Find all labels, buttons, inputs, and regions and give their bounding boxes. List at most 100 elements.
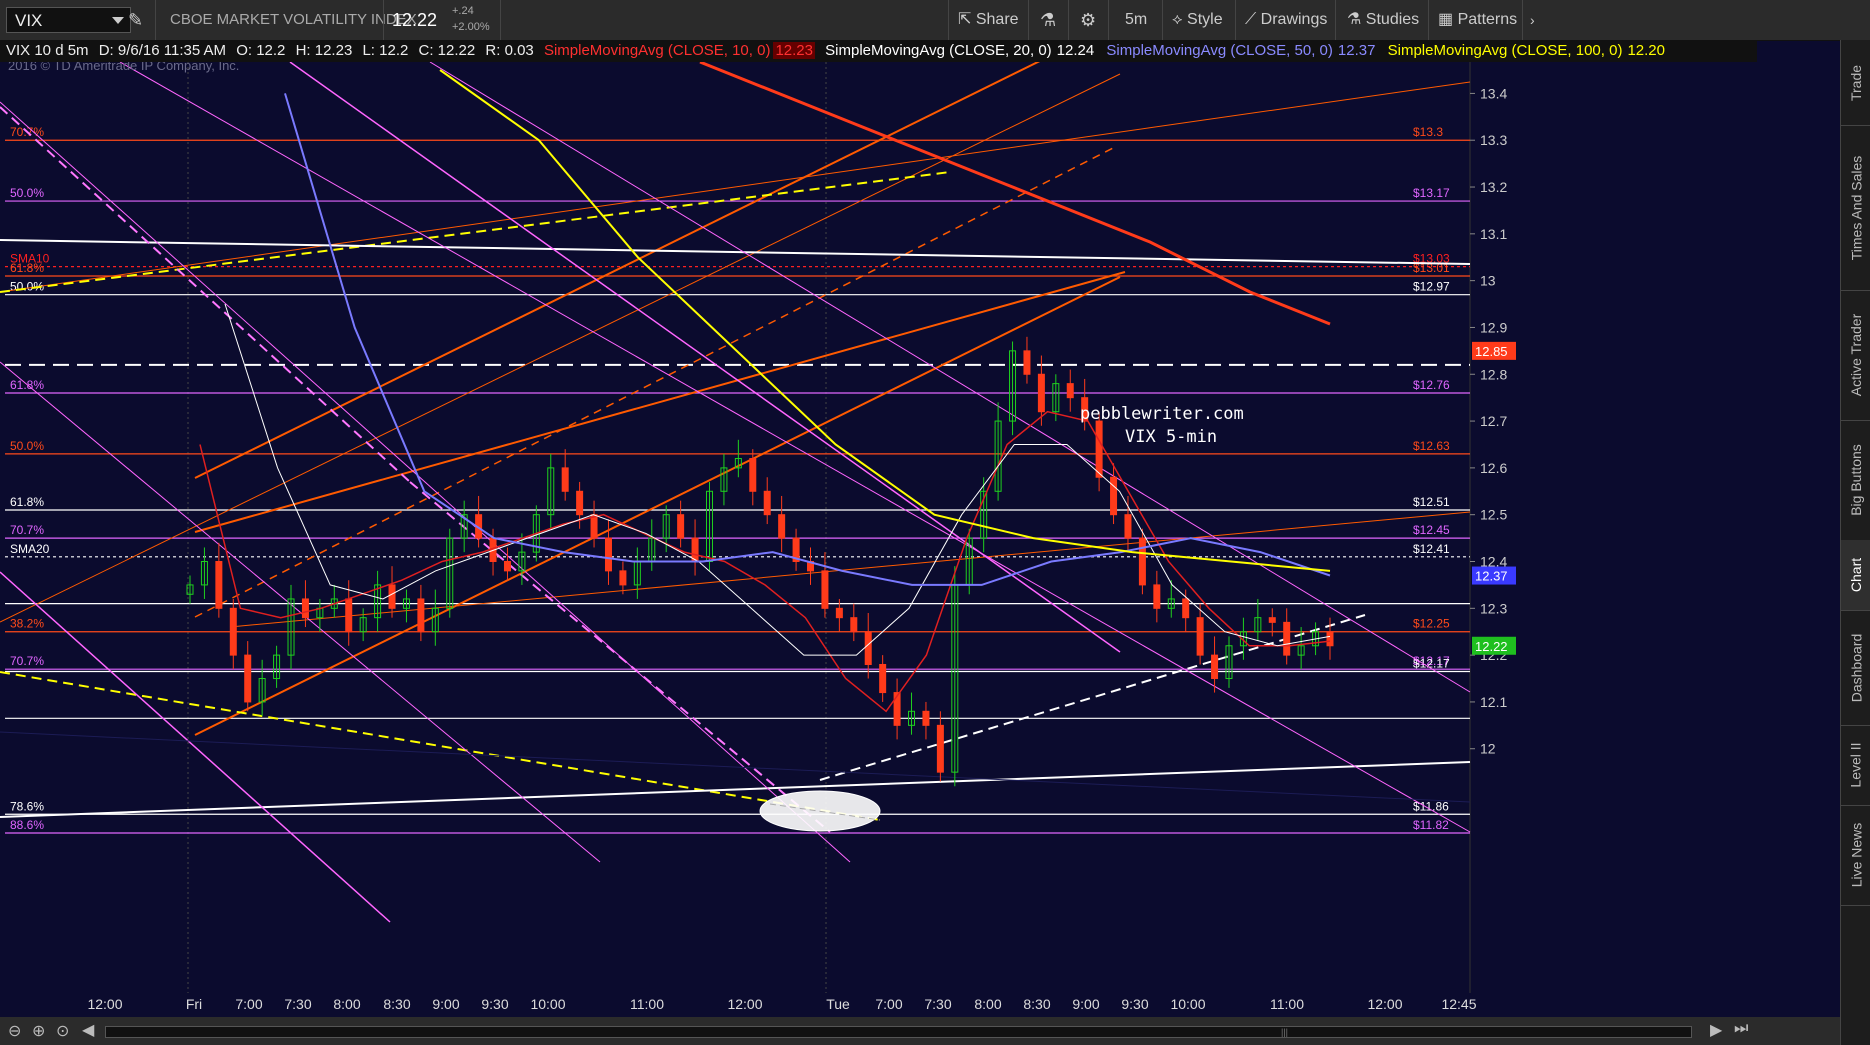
share-button[interactable]: ⇱ Share [958, 0, 1019, 40]
fib-level-label: 70.7% [10, 654, 44, 668]
fib-level-label: 78.6% [10, 799, 44, 813]
symbol-selector[interactable]: VIX [6, 7, 131, 33]
y-tick-label: 12.9 [1480, 319, 1507, 335]
patterns-icon: ▦ [1438, 11, 1458, 28]
percent-change: +2.00% [452, 21, 490, 33]
candle-body [1066, 383, 1074, 399]
fib-level-price: $12.76 [1413, 378, 1450, 392]
chart-canvas[interactable]: 1212.112.212.312.412.512.612.712.812.913… [0, 62, 1757, 993]
y-tick-label: 12.5 [1480, 507, 1507, 523]
scrollbar-grip[interactable]: ||| [1281, 1027, 1291, 1037]
y-tick-label: 13.3 [1480, 132, 1507, 148]
bar-close: C: 12.22 [418, 42, 476, 59]
symbol-period: VIX 10 d 5m [6, 42, 89, 59]
fib-level-price: $13.17 [1413, 186, 1450, 200]
fib-level-price: $12.51 [1413, 495, 1450, 509]
x-tick-label: 9:00 [432, 996, 459, 1012]
annotation-site: pebblewriter.com [1080, 404, 1244, 424]
price-axis [1470, 62, 1757, 993]
sma50-label[interactable]: SimpleMovingAvg (CLOSE, 50, 0) [1106, 42, 1333, 59]
tab-dashboard[interactable]: Dashboard [1841, 610, 1870, 726]
time-axis[interactable]: 12:00 Fri 7:00 7:30 8:00 8:30 9:00 9:30 10:00 11:… [0, 993, 1757, 1017]
y-tick-label: 13.1 [1480, 226, 1507, 242]
scroll-end-icon[interactable]: ⏭ [1734, 1020, 1748, 1038]
tab-chart[interactable]: Chart [1841, 540, 1870, 611]
style-label: Style [1187, 11, 1223, 28]
tab-level-ii-label: Level II [1848, 742, 1865, 788]
y-tick-label: 12.3 [1480, 600, 1507, 616]
tab-active-trader-label: Active Trader [1848, 313, 1865, 397]
candle-body [215, 561, 223, 609]
candle-body [1023, 350, 1031, 375]
candle-body [229, 607, 237, 656]
fib-level-label: 88.6% [10, 818, 44, 832]
y-tick-label: 12.7 [1480, 413, 1507, 429]
candle-body [1196, 617, 1204, 656]
candle-body [576, 490, 584, 516]
tab-level-ii[interactable]: Level II [1841, 725, 1870, 806]
candle-body [749, 458, 757, 492]
sma10-value: 12.23 [773, 42, 815, 59]
drawings-button[interactable]: ⟋ Drawings [1245, 0, 1327, 40]
candle-body [1110, 476, 1118, 516]
tab-live-news-label: Live News [1848, 822, 1864, 888]
tab-trade[interactable]: Trade [1841, 40, 1870, 126]
studies-button[interactable]: ⚗ Studies [1347, 0, 1419, 40]
horizontal-scrollbar[interactable]: ||| [105, 1026, 1692, 1038]
y-tick-label: 12.6 [1480, 460, 1507, 476]
scroll-right-icon[interactable]: ▶ [1710, 1020, 1722, 1040]
tab-times-and-sales[interactable]: Times And Sales [1841, 125, 1870, 291]
tab-active-trader[interactable]: Active Trader [1841, 290, 1870, 421]
candle-body [778, 514, 786, 539]
fib-level-label: 61.8% [10, 495, 44, 509]
y-tick-label: 13.4 [1480, 85, 1507, 101]
fib-level-price: $13.3 [1413, 125, 1443, 139]
candle-body [763, 490, 771, 516]
tab-big-buttons-label: Big Buttons [1848, 444, 1865, 516]
candle-body [850, 617, 858, 633]
patterns-button[interactable]: ▦ Patterns [1438, 0, 1517, 40]
bar-high: H: 12.23 [295, 42, 353, 59]
sma20-label[interactable]: SimpleMovingAvg (CLOSE, 20, 0) [825, 42, 1052, 59]
tab-trade-label: Trade [1848, 64, 1864, 101]
x-tick-label: 7:30 [924, 996, 951, 1012]
y-tick-label: 12 [1480, 741, 1496, 757]
zoom-in-icon[interactable]: ⊕ [32, 1021, 45, 1041]
candle-body [1138, 537, 1146, 586]
net-change: +.24 [452, 5, 474, 17]
sma100-value: 12.20 [1627, 42, 1665, 59]
tab-big-buttons[interactable]: Big Buttons [1841, 420, 1870, 541]
patterns-label: Patterns [1457, 11, 1518, 28]
price-chart[interactable]: 12 12.1 12.2 12.3 12.4 12.5 12.6 12.7 12.8 12.9 13… [0, 62, 1757, 993]
flask-icon[interactable]: ⚗ [1040, 0, 1056, 40]
bar-range: R: 0.03 [485, 42, 534, 59]
chevron-right-icon[interactable]: › [1530, 0, 1535, 40]
annotation-title: VIX 5-min [1125, 427, 1217, 447]
studies-label: Studies [1365, 11, 1420, 28]
x-tick-label: 12:45 [1441, 996, 1476, 1012]
timeframe-selector[interactable]: 5m [1125, 0, 1147, 40]
candle-body [561, 467, 569, 492]
price-tag-label: 12.37 [1475, 569, 1508, 584]
scroll-left-icon[interactable]: ◀ [82, 1020, 94, 1040]
y-tick-label: 12.1 [1480, 694, 1507, 710]
style-button[interactable]: ⟡ Style [1172, 0, 1223, 40]
chevron-down-icon[interactable] [112, 17, 124, 24]
pencil-icon[interactable]: ✎ [128, 0, 143, 40]
sma10-label[interactable]: SimpleMovingAvg (CLOSE, 10, 0) [544, 42, 771, 59]
zoom-fit-icon[interactable]: ⊙ [56, 1021, 69, 1041]
x-tick-label: 10:00 [530, 996, 565, 1012]
fib-level-price: $12.25 [1413, 617, 1450, 631]
sma100-label[interactable]: SimpleMovingAvg (CLOSE, 100, 0) [1388, 42, 1623, 59]
zoom-out-icon[interactable]: ⊖ [8, 1021, 21, 1041]
share-icon: ⇱ [958, 11, 976, 28]
x-tick-label: 9:00 [1072, 996, 1099, 1012]
fib-level-label: 50.0% [10, 186, 44, 200]
fib-level-label: 70.7% [10, 523, 44, 537]
last-price: 12.22 [392, 10, 438, 30]
x-tick-label: 9:30 [1121, 996, 1148, 1012]
x-tick-label: 9:30 [481, 996, 508, 1012]
tab-live-news[interactable]: Live News [1841, 805, 1870, 906]
candle-body [1037, 373, 1045, 413]
gear-icon[interactable]: ⚙ [1080, 0, 1096, 40]
